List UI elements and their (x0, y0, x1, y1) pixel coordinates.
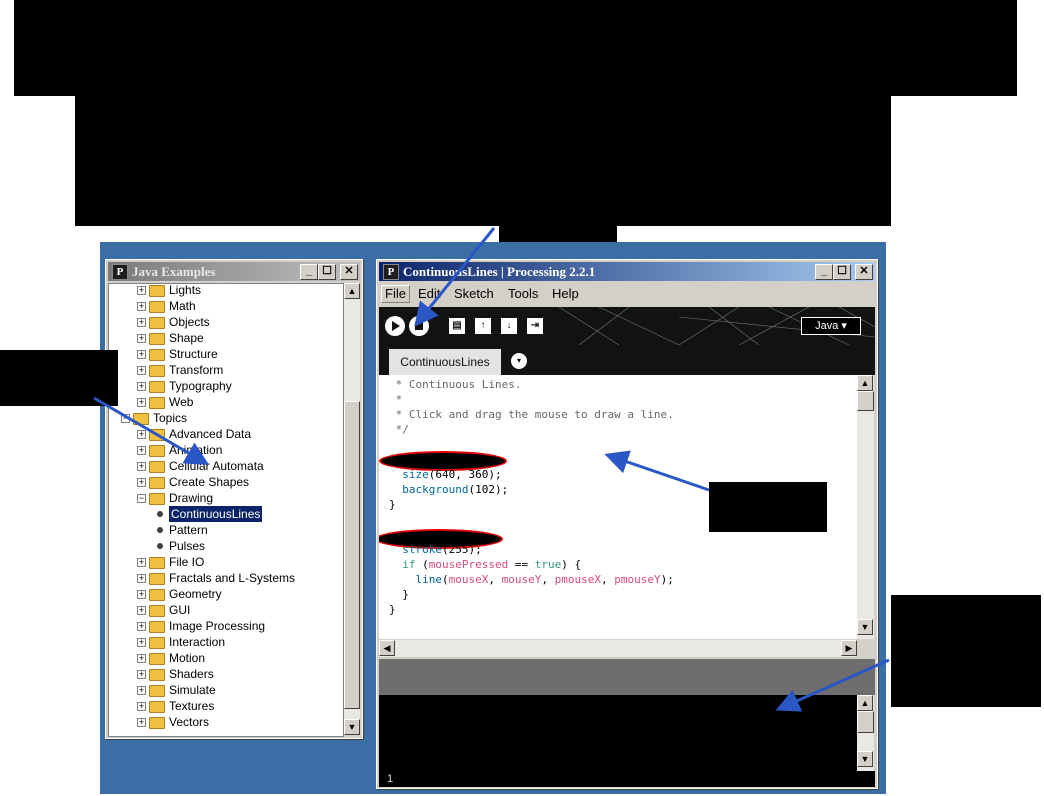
arrow-to-console (775, 658, 890, 712)
arrow-to-editor (604, 450, 710, 492)
arrow-to-toolbar (414, 227, 496, 327)
annotation-arrows (93, 227, 890, 712)
arrow-to-examples (93, 396, 210, 466)
